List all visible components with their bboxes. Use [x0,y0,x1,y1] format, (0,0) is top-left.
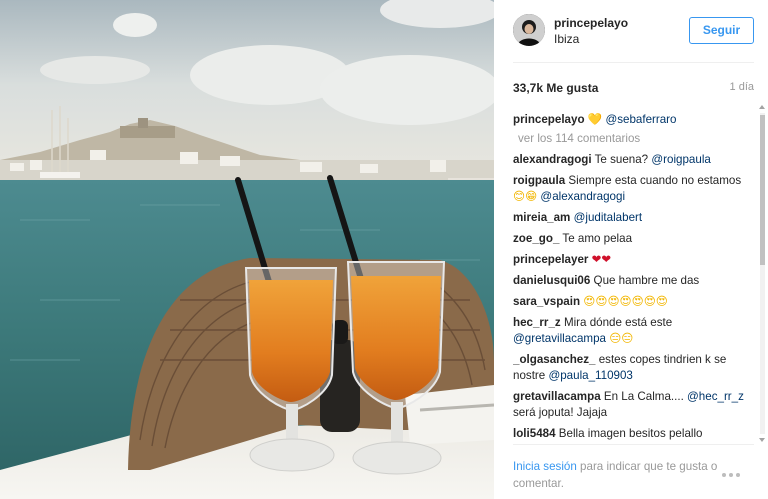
list-item: sara_vspain 😍😍😍😍😍😍😍 [513,294,749,310]
list-item: alexandragogi Te suena? @roigpaula [513,152,749,168]
post-time[interactable]: 1 día [730,81,754,93]
more-options-icon[interactable] [722,466,750,477]
comment-mention[interactable]: @hec_rr_z [687,390,744,403]
post-username[interactable]: princepelayo [554,16,628,30]
scrollbar-thumb[interactable] [760,115,765,265]
scroll-down-arrow-icon[interactable] [759,438,765,442]
comment-mention[interactable]: @paula_110903 [548,369,632,382]
comment-text-after: será joputa! Jajaja [513,406,608,419]
list-item: _olgasanchez_ estes copes tindrien k se … [513,352,749,384]
red-heart-emoji: ❤❤ [591,253,612,266]
comment-text: Te suena? [594,153,649,166]
comment-mention[interactable]: @roigpaula [651,153,710,166]
list-item: hec_rr_z Mira dónde está este @gretavill… [513,315,749,347]
comment-user[interactable]: zoe_go_ [513,232,559,245]
comment-user[interactable]: alexandragogi [513,153,592,166]
list-item: princepelayer ❤❤ [513,252,749,268]
list-item: gretavillacampa En La Calma.... @hec_rr_… [513,389,749,421]
comment-text: Siempre esta cuando no estamos [568,174,742,187]
comment-text: En La Calma.... [603,390,684,403]
likes-count[interactable]: 33,7k Me gusta [513,81,598,95]
comment-text: Te amo pelaa [562,232,633,245]
list-item: loli5484 Bella imagen besitos pelallo [513,426,749,442]
post-location[interactable]: Ibiza [554,32,579,46]
comment-emoji: 😍😍😍😍😍😍😍 [583,295,668,308]
comment-user[interactable]: sara_vspain [513,295,580,308]
post-side-panel: princepelayo Ibiza Seguir 33,7k Me gusta… [494,0,768,499]
comments-scrollbar[interactable] [758,105,766,442]
comment-user[interactable]: danielusqui06 [513,274,590,287]
list-item: zoe_go_ Te amo pelaa [513,231,749,247]
comment-mention[interactable]: @alexandragogi [540,190,625,203]
list-item: danielusqui06 Que hambre me das [513,273,749,289]
comment-user[interactable]: gretavillacampa [513,390,601,403]
avatar-image [513,14,545,46]
comment-text: Que hambre me das [593,274,700,287]
instagram-post: princepelayo Ibiza Seguir 33,7k Me gusta… [0,0,768,499]
comment-mention[interactable]: @gretavillacampa [513,332,606,345]
comment-text: Bella imagen besitos pelallo [558,427,703,440]
post-header: princepelayo Ibiza Seguir [494,0,768,62]
list-item: mireia_am @juditalabert [513,210,749,226]
comment-user[interactable]: hec_rr_z [513,316,561,329]
photo-ibiza-juices [0,0,494,499]
comment-emoji: 😊😁 [513,190,538,203]
comment-text: Mira dónde está este [563,316,673,329]
comment-user[interactable]: _olgasanchez_ [513,353,595,366]
login-prompt: Inicia sesión para indicar que te gusta … [513,458,733,492]
scroll-up-arrow-icon[interactable] [759,105,765,109]
comment-user[interactable]: mireia_am [513,211,570,224]
yellow-heart-emoji: 💛 [587,113,603,126]
post-photo[interactable] [0,0,494,499]
comment-user[interactable]: roigpaula [513,174,565,187]
caption-user[interactable]: princepelayo [513,113,585,126]
comment-user[interactable]: princepelayer [513,253,588,266]
caption: princepelayo 💛 @sebaferraro [513,112,749,128]
footer-divider [513,444,754,445]
login-link[interactable]: Inicia sesión [513,460,577,473]
avatar[interactable] [513,14,545,46]
header-divider [513,62,754,63]
comments-list: princepelayo 💛 @sebaferraro ver los 114 … [513,112,749,444]
caption-mention[interactable]: @sebaferraro [605,113,676,126]
load-more-comments[interactable]: ver los 114 comentarios [518,132,749,145]
list-item: roigpaula Siempre esta cuando no estamos… [513,173,749,205]
comment-mention[interactable]: @juditalabert [574,211,643,224]
post-stats: 33,7k Me gusta 1 día [513,81,754,97]
comment-emoji: 😑😑 [609,332,634,345]
comment-user[interactable]: loli5484 [513,427,556,440]
follow-button[interactable]: Seguir [689,17,754,44]
